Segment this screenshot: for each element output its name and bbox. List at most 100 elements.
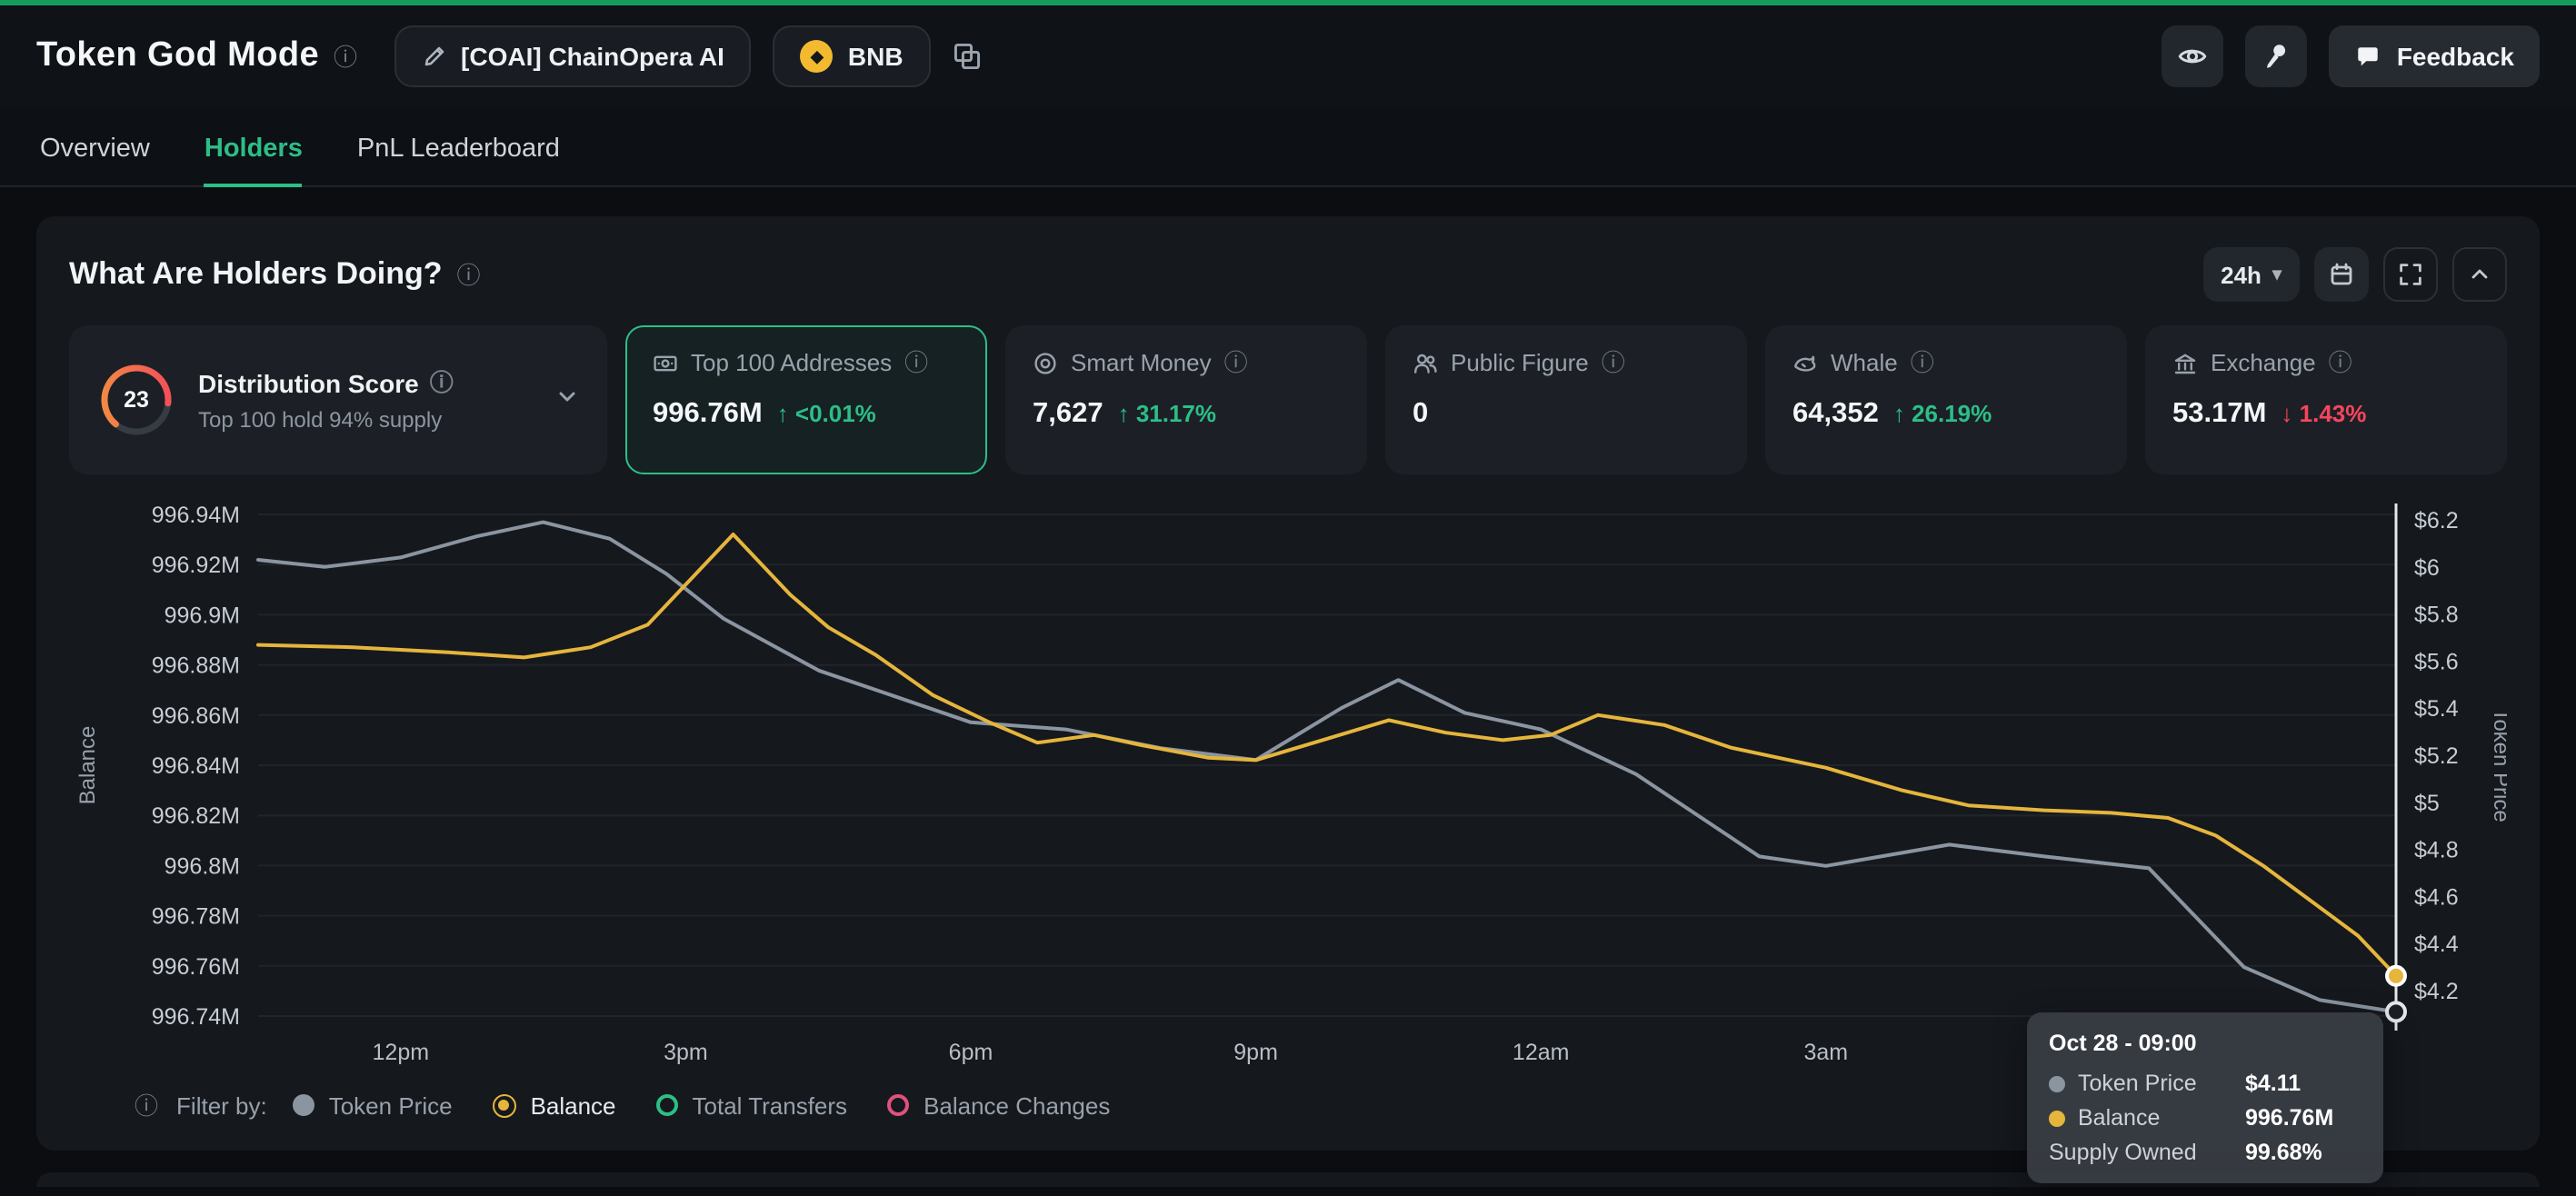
eye-icon: [2179, 42, 2208, 71]
stat-value: 64,352: [1792, 398, 1879, 431]
stat-label: Exchange: [2211, 349, 2316, 376]
info-icon[interactable]: ⓘ: [2329, 351, 2352, 374]
tooltip-value: $4.11: [2245, 1071, 2301, 1096]
distribution-score-card[interactable]: 23 Distribution Score ⓘ Top 100 hold 94%…: [69, 325, 607, 474]
tooltip-title: Oct 28 - 09:00: [2049, 1031, 2361, 1056]
pin-button[interactable]: [2246, 25, 2308, 87]
distribution-expand-chevron[interactable]: [554, 383, 580, 417]
hover-indicator: [2387, 503, 2405, 1031]
tooltip-value: 996.76M: [2245, 1105, 2333, 1131]
feedback-label: Feedback: [2397, 42, 2514, 71]
stat-label: Top 100 Addresses: [691, 349, 892, 376]
svg-text:996.92M: 996.92M: [152, 553, 240, 578]
info-icon[interactable]: ⓘ: [334, 45, 357, 68]
token-pill-label: [COAI] ChainOpera AI: [461, 42, 724, 71]
chevron-down-icon: ▾: [2272, 264, 2281, 284]
stat-card-public-figure[interactable]: Public Figureⓘ0: [1385, 325, 1747, 474]
stat-label: Whale: [1831, 349, 1898, 376]
filter-label: Token Price: [329, 1091, 453, 1119]
legend-dot: [293, 1094, 315, 1116]
legend-dot: [887, 1094, 909, 1116]
chain-selector-pill[interactable]: ◆ BNB: [774, 25, 931, 87]
svg-text:$4.8: $4.8: [2414, 838, 2459, 863]
header: Token God Mode ⓘ [COAI] ChainOpera AI ◆ …: [0, 5, 2576, 107]
tab-pnl-leaderboard[interactable]: PnL Leaderboard: [357, 107, 560, 187]
svg-text:12am: 12am: [1513, 1040, 1570, 1065]
collapse-button[interactable]: [2452, 247, 2507, 302]
tab-overview[interactable]: Overview: [40, 107, 150, 187]
svg-text:$6.2: $6.2: [2414, 508, 2459, 533]
svg-text:$4.2: $4.2: [2414, 979, 2459, 1004]
distribution-score-subtitle: Top 100 hold 94% supply: [198, 406, 533, 432]
feedback-button[interactable]: Feedback: [2330, 25, 2540, 87]
legend-dot: [2049, 1110, 2065, 1126]
chart-canvas[interactable]: 996.94M996.92M996.9M996.88M996.86M996.84…: [69, 485, 2507, 1074]
tooltip-value: 99.68%: [2245, 1140, 2322, 1165]
coin-icon: [1033, 350, 1058, 375]
filter-total-transfers[interactable]: Total Transfers: [656, 1091, 848, 1119]
stat-card-whale[interactable]: Whaleⓘ64,352↑ 26.19%: [1765, 325, 2127, 474]
token-god-mode-app: Token God Mode ⓘ [COAI] ChainOpera AI ◆ …: [0, 0, 2576, 1196]
svg-text:996.82M: 996.82M: [152, 803, 240, 829]
svg-text:$5.2: $5.2: [2414, 743, 2459, 769]
svg-text:$5: $5: [2414, 791, 2440, 816]
filter-label: Balance: [531, 1091, 616, 1119]
chart-tooltip: Oct 28 - 09:00 Token Price$4.11Balance99…: [2027, 1012, 2383, 1183]
stat-card-smart-money[interactable]: Smart Moneyⓘ7,627↑ 31.17%: [1005, 325, 1367, 474]
filter-balance[interactable]: Balance: [493, 1091, 616, 1119]
hover-price-dot: [2387, 1002, 2405, 1021]
svg-text:996.84M: 996.84M: [152, 753, 240, 779]
panel-header: What Are Holders Doing? ⓘ 24h ▾: [69, 245, 2507, 304]
stat-delta: ↓ 1.43%: [2281, 400, 2366, 427]
info-icon[interactable]: ⓘ: [135, 1093, 158, 1117]
svg-text:$6: $6: [2414, 555, 2440, 581]
info-icon[interactable]: ⓘ: [904, 351, 928, 374]
x-axis: 12pm3pm6pm9pm12am3am: [373, 1040, 1849, 1065]
stat-label: Public Figure: [1451, 349, 1589, 376]
tooltip-label: Supply Owned: [2049, 1140, 2197, 1165]
svg-text:$5.8: $5.8: [2414, 603, 2459, 628]
banknote-icon: [653, 350, 678, 375]
filter-balance-changes[interactable]: Balance Changes: [887, 1091, 1110, 1119]
legend-dot: [493, 1093, 516, 1117]
stat-delta: ↑ <0.01%: [777, 400, 876, 427]
svg-text:$5.6: $5.6: [2414, 649, 2459, 674]
svg-text:$4.4: $4.4: [2414, 932, 2459, 957]
svg-text:996.8M: 996.8M: [165, 853, 240, 879]
info-icon[interactable]: ⓘ: [1602, 351, 1625, 374]
chevron-down-icon: [554, 383, 580, 408]
distribution-score-title: Distribution Score: [198, 368, 419, 397]
token-price-line: [258, 523, 2396, 1012]
info-icon[interactable]: ⓘ: [1911, 351, 1934, 374]
svg-text:3am: 3am: [1803, 1040, 1848, 1065]
calendar-button[interactable]: [2314, 247, 2369, 302]
copy-address-button[interactable]: [953, 42, 982, 71]
info-icon[interactable]: ⓘ: [430, 371, 454, 394]
stat-card-top-100-addresses[interactable]: Top 100 Addresses ⓘ 996.76M ↑ <0.01%: [625, 325, 987, 474]
svg-text:996.94M: 996.94M: [152, 503, 240, 528]
svg-text:996.74M: 996.74M: [152, 1004, 240, 1030]
calendar-icon: [2329, 262, 2354, 287]
distribution-score-value: 23: [96, 360, 176, 440]
fullscreen-button[interactable]: [2383, 247, 2438, 302]
y-axis-left: 996.94M996.92M996.9M996.88M996.86M996.84…: [75, 503, 240, 1030]
stat-card-exchange[interactable]: Exchangeⓘ53.17M↓ 1.43%: [2145, 325, 2507, 474]
info-icon[interactable]: ⓘ: [1224, 351, 1248, 374]
distribution-score-gauge: 23: [96, 360, 176, 440]
timeframe-value: 24h: [2221, 261, 2261, 288]
holders-chart[interactable]: 996.94M996.92M996.9M996.88M996.86M996.84…: [69, 485, 2507, 1074]
filter-label: Total Transfers: [693, 1091, 848, 1119]
filter-label: Balance Changes: [924, 1091, 1110, 1119]
svg-text:6pm: 6pm: [949, 1040, 993, 1065]
filter-token-price[interactable]: Token Price: [293, 1091, 453, 1119]
stat-value: 7,627: [1033, 398, 1103, 431]
svg-text:$4.6: $4.6: [2414, 884, 2459, 910]
stat-value: 996.76M: [653, 398, 763, 431]
svg-text:996.88M: 996.88M: [152, 653, 240, 679]
token-selector-pill[interactable]: [COAI] ChainOpera AI: [394, 25, 752, 87]
info-icon[interactable]: ⓘ: [457, 263, 481, 286]
stat-label: Smart Money: [1071, 349, 1212, 376]
timeframe-dropdown[interactable]: 24h ▾: [2202, 247, 2300, 302]
tab-holders[interactable]: Holders: [205, 107, 303, 187]
watchlist-button[interactable]: [2162, 25, 2224, 87]
